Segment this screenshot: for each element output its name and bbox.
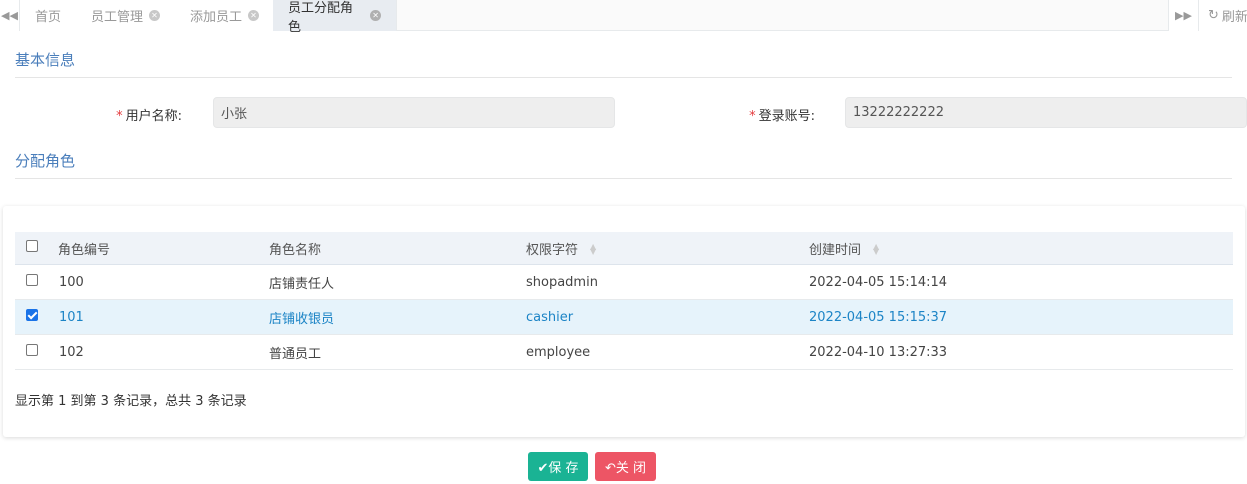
account-label-text: 登录账号: — [758, 109, 815, 124]
close-icon[interactable]: ✕ — [149, 10, 161, 21]
row-checkbox[interactable] — [26, 344, 38, 356]
table-header: 角色编号 角色名称 权限字符 ▲ ▼ 创建时间 ▲ ▼ — [15, 232, 1233, 265]
account-label: * 登录账号: — [733, 105, 815, 124]
required-mark: * — [749, 109, 756, 124]
table-row[interactable]: 102 普通员工 employee 2022-04-10 13:27:33 — [15, 335, 1233, 370]
username-label: * 用户名称: — [100, 105, 182, 124]
double-chevron-right-icon[interactable]: ▶▶ — [1168, 0, 1198, 31]
cell-role-id: 100 — [59, 275, 84, 290]
row-checkbox[interactable] — [26, 309, 38, 321]
row-checkbox[interactable] — [26, 274, 38, 286]
close-icon[interactable]: ✕ — [248, 10, 260, 21]
select-all-checkbox[interactable] — [26, 240, 38, 252]
column-header-label: 角色名称 — [269, 243, 322, 258]
double-chevron-left-icon[interactable]: ◀◀ — [0, 0, 20, 31]
tab-assign-roles[interactable]: 员工分配角色 ✕ — [273, 0, 397, 35]
column-header-label: 角色编号 — [58, 243, 111, 258]
pagination-info: 显示第 1 到第 3 条记录，总共 3 条记录 — [15, 394, 247, 409]
tab-label: 首页 — [35, 10, 62, 25]
cell-permission-key: shopadmin — [526, 275, 598, 290]
sort-icon[interactable]: ▲ ▼ — [873, 242, 879, 255]
cell-role-id: 101 — [59, 310, 84, 325]
save-label: ✔保 存 — [537, 461, 579, 476]
cell-created-time: 2022-04-10 13:27:33 — [809, 345, 948, 360]
username-value: 小张 — [221, 107, 248, 122]
column-header-label: 创建时间 — [809, 243, 862, 258]
save-button[interactable]: ✔保 存 — [528, 452, 588, 481]
account-value: 13222222222 — [853, 105, 944, 120]
account-field[interactable]: 13222222222 — [845, 97, 1247, 128]
required-mark: * — [116, 109, 123, 124]
section-basic-info: 基本信息 — [15, 49, 1232, 78]
column-header-created-time[interactable]: 创建时间 ▲ ▼ — [809, 232, 879, 265]
cell-created-time: 2022-04-05 15:15:37 — [809, 310, 948, 325]
username-field[interactable]: 小张 — [213, 97, 615, 128]
cell-role-name: 店铺收银员 — [269, 312, 335, 327]
cell-role-id: 102 — [59, 345, 84, 360]
table-row[interactable]: 100 店铺责任人 shopadmin 2022-04-05 15:14:14 — [15, 265, 1233, 300]
cell-permission-key: cashier — [526, 310, 574, 325]
table-row[interactable]: 101 店铺收银员 cashier 2022-04-05 15:15:37 — [15, 300, 1233, 335]
tab-label: 添加员工 — [190, 10, 243, 25]
close-label: ↶关 闭 — [604, 461, 647, 476]
section-assign-roles: 分配角色 — [15, 150, 1232, 179]
username-label-text: 用户名称: — [125, 109, 182, 124]
cell-role-name: 普通员工 — [269, 347, 322, 362]
tab-employee-management[interactable]: 员工管理 ✕ — [76, 0, 177, 31]
column-header-role-name[interactable]: 角色名称 — [269, 232, 321, 265]
refresh-icon: ↻ — [1208, 8, 1219, 23]
tab-label: 员工分配角色 — [288, 0, 354, 35]
column-header-permission-key[interactable]: 权限字符 ▲ ▼ — [526, 232, 596, 265]
cell-created-time: 2022-04-05 15:14:14 — [809, 275, 948, 290]
column-header-role-id[interactable]: 角色编号 — [58, 232, 110, 265]
refresh-label: 刷新 — [1221, 10, 1247, 25]
close-icon[interactable]: ✕ — [370, 10, 381, 21]
close-button[interactable]: ↶关 闭 — [595, 452, 656, 481]
cell-permission-key: employee — [526, 345, 591, 360]
tab-bar: ◀◀ 首页 员工管理 ✕ 添加员工 ✕ 员工分配角色 ✕ ▶▶ ↻ 刷新 — [0, 0, 1247, 35]
tab-label: 员工管理 — [91, 10, 144, 25]
sort-icon[interactable]: ▲ ▼ — [590, 242, 596, 255]
tab-home[interactable]: 首页 — [20, 0, 78, 31]
refresh-button[interactable]: ↻ 刷新 — [1198, 0, 1247, 31]
cell-role-name: 店铺责任人 — [269, 277, 335, 292]
column-header-label: 权限字符 — [526, 243, 579, 258]
tab-add-employee[interactable]: 添加员工 ✕ — [175, 0, 276, 31]
